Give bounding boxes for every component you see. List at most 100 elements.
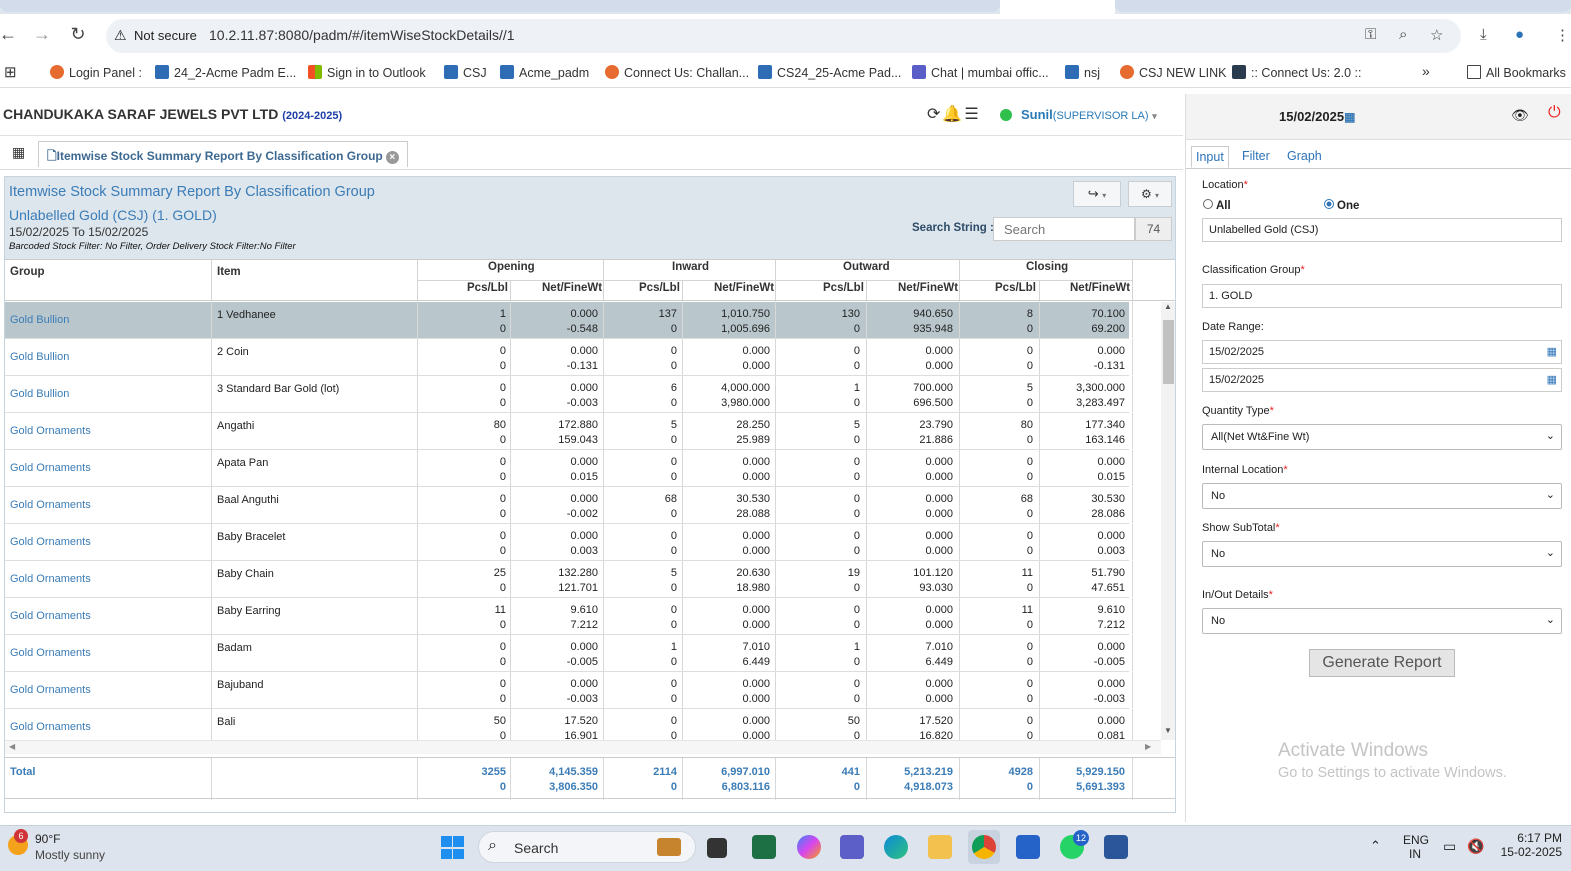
security-label[interactable]: Not secure <box>134 28 197 43</box>
clock[interactable]: 6:17 PM 15-02-2025 <box>1500 831 1562 859</box>
table-row[interactable]: Gold Bullion 1 Vedhanee 1 0.000 137 1,010.750… <box>5 302 1133 339</box>
date-to-field[interactable]: 15/02/2025 ▦ <box>1202 368 1562 392</box>
group-link[interactable]: Gold Ornaments <box>10 573 91 585</box>
calendar-icon[interactable]: ▦ <box>1344 110 1355 124</box>
classification-group-field[interactable]: 1. GOLD <box>1202 284 1562 308</box>
calendar-icon[interactable]: ▦ <box>1547 345 1557 358</box>
reload-icon[interactable]: ↻ <box>68 24 88 44</box>
bookmarks-overflow-icon[interactable]: » <box>1422 63 1430 79</box>
col-closing-pcs[interactable]: Pcs/Lbl <box>995 282 1036 294</box>
search-input[interactable] <box>994 218 1134 240</box>
bookmark[interactable]: nsj <box>1065 65 1100 80</box>
radio-one[interactable]: One <box>1324 199 1359 212</box>
grid-menu-icon[interactable]: ▦ <box>12 144 25 161</box>
browser-tab-active[interactable] <box>1000 0 1115 14</box>
col-opening-pcs[interactable]: Pcs/Lbl <box>467 282 508 294</box>
table-row[interactable]: Gold Ornaments Bali 50 17.520 0 0.000 50 17.520… <box>5 709 1133 740</box>
eye-hidden-icon[interactable]: 👁 <box>1511 107 1529 124</box>
sync-icon[interactable]: ⟳ <box>927 106 942 123</box>
table-row[interactable]: Gold Ornaments Baal Anguthi 0 0.000 68 30.530… <box>5 487 1133 524</box>
power-icon[interactable]: ⏻ <box>1548 104 1561 122</box>
zoom-icon[interactable]: ⌕ <box>1399 26 1407 43</box>
menu-icon[interactable]: ⋮ <box>1555 26 1570 44</box>
excel-icon[interactable] <box>752 835 776 859</box>
profile-icon[interactable]: ● <box>1515 26 1524 43</box>
col-outward-net[interactable]: Net/FineWt <box>898 282 958 294</box>
generate-report-button[interactable]: Generate Report <box>1309 649 1455 677</box>
file-manager-icon[interactable] <box>707 838 727 858</box>
tab-graph[interactable]: Graph <box>1283 146 1326 168</box>
table-row[interactable]: Gold Ornaments Baby Bracelet 0 0.000 0 0.000 0… <box>5 524 1133 561</box>
download-icon[interactable]: ⤓ <box>1480 26 1487 43</box>
table-row[interactable]: Gold Ornaments Baby Chain 25 132.280 5 20.630… <box>5 561 1133 598</box>
bookmark[interactable]: CSJ <box>444 65 487 80</box>
url-text[interactable]: 10.2.11.87:8080/padm/#/itemWiseStockDeta… <box>209 27 515 43</box>
browser-tab[interactable] <box>0 0 1000 12</box>
radio-all[interactable]: All <box>1203 199 1231 212</box>
copilot-icon[interactable] <box>797 835 821 859</box>
edge-icon[interactable] <box>884 835 908 859</box>
table-row[interactable]: Gold Ornaments Apata Pan 0 0.000 0 0.000 0 0.00… <box>5 450 1133 487</box>
tab-input[interactable]: Input <box>1191 146 1229 168</box>
bookmark[interactable]: Chat | mumbai offic... <box>912 65 1049 80</box>
date-from-field[interactable]: 15/02/2025 ▦ <box>1202 340 1562 364</box>
group-link[interactable]: Gold Ornaments <box>10 499 91 511</box>
location-field[interactable]: Unlabelled Gold (CSJ) <box>1202 218 1562 242</box>
bookmark[interactable]: 24_2-Acme Padm E... <box>155 65 296 80</box>
show-subtotal-select[interactable]: No ⌄ <box>1202 541 1562 567</box>
settings-button[interactable]: ⚙ ▾ <box>1128 181 1172 207</box>
bookmark[interactable]: Login Panel : <box>50 65 142 80</box>
teams-icon[interactable] <box>840 835 864 859</box>
group-link[interactable]: Gold Ornaments <box>10 721 91 733</box>
store-icon[interactable] <box>1016 835 1040 859</box>
horizontal-scrollbar[interactable]: ◀ ▶ <box>5 740 1161 754</box>
col-opening-net[interactable]: Net/FineWt <box>542 282 602 294</box>
tab-itemwise-report[interactable]: 🗋Itemwise Stock Summary Report By Classi… <box>38 141 408 167</box>
col-closing-net[interactable]: Net/FineWt <box>1070 282 1130 294</box>
group-link[interactable]: Gold Bullion <box>10 388 69 400</box>
radio-one-circle[interactable] <box>1324 199 1334 209</box>
col-group[interactable]: Group <box>10 266 45 278</box>
taskbar-search[interactable]: ⌕ Search <box>478 831 696 863</box>
tray-chevron-icon[interactable]: ⌃ <box>1370 838 1381 854</box>
browser-tab[interactable] <box>1115 0 1571 12</box>
table-row[interactable]: Gold Ornaments Bajuband 0 0.000 0 0.000 0 0.000… <box>5 672 1133 709</box>
group-link[interactable]: Gold Ornaments <box>10 462 91 474</box>
scroll-up-icon[interactable]: ▲ <box>1164 302 1172 311</box>
windows-start-icon[interactable] <box>441 836 464 859</box>
apps-grid-icon[interactable]: ⊞ <box>4 63 17 81</box>
group-link[interactable]: Gold Bullion <box>10 351 69 363</box>
folder-icon[interactable] <box>928 835 952 859</box>
user-menu[interactable]: Sunil(SUPERVISOR LA) ▾ <box>1021 107 1157 122</box>
bookmark[interactable]: CS24_25-Acme Pad... <box>758 65 901 80</box>
table-row[interactable]: Gold Ornaments Angathi 80 172.880 5 28.250 5 23… <box>5 413 1133 450</box>
radio-all-circle[interactable] <box>1203 199 1213 209</box>
bookmark[interactable]: Sign in to Outlook <box>308 65 426 80</box>
back-arrow-icon[interactable]: ← <box>0 24 18 44</box>
scroll-down-icon[interactable]: ▼ <box>1164 726 1172 735</box>
all-bookmarks[interactable]: All Bookmarks <box>1467 65 1566 80</box>
close-tab-icon[interactable]: × <box>385 151 399 164</box>
group-link[interactable]: Gold Ornaments <box>10 647 91 659</box>
scroll-thumb[interactable] <box>1163 320 1174 384</box>
bookmark[interactable]: Connect Us: Challan... <box>605 65 749 80</box>
col-inward-net[interactable]: Net/FineWt <box>714 282 774 294</box>
group-link[interactable]: Gold Ornaments <box>10 536 91 548</box>
bookmark[interactable]: :: Connect Us: 2.0 :: <box>1232 65 1361 80</box>
chrome-icon[interactable] <box>972 835 996 859</box>
bookmark[interactable]: CSJ NEW LINK <box>1120 65 1227 80</box>
inout-details-select[interactable]: No ⌄ <box>1202 608 1562 634</box>
network-icon[interactable]: ▭ <box>1443 838 1456 855</box>
search-field[interactable] <box>993 217 1135 241</box>
group-link[interactable]: Gold Ornaments <box>10 684 91 696</box>
table-row[interactable]: Gold Ornaments Badam 0 0.000 1 7.010 1 7.010 0 0.… <box>5 635 1133 672</box>
forward-arrow-icon[interactable]: → <box>32 24 52 44</box>
weather-condition[interactable]: Mostly sunny <box>35 848 105 862</box>
vertical-scrollbar[interactable]: ▲ ▼ <box>1161 302 1175 740</box>
bell-icon[interactable]: 🔔 <box>942 106 964 123</box>
table-row[interactable]: Gold Bullion 3 Standard Bar Gold (lot) 0 0.… <box>5 376 1133 413</box>
col-outward-pcs[interactable]: Pcs/Lbl <box>823 282 864 294</box>
language-indicator[interactable]: ENG IN <box>1403 833 1429 861</box>
word-icon[interactable] <box>1104 835 1128 859</box>
table-row[interactable]: Gold Ornaments Baby Earring 11 9.610 0 0.000 0… <box>5 598 1133 635</box>
